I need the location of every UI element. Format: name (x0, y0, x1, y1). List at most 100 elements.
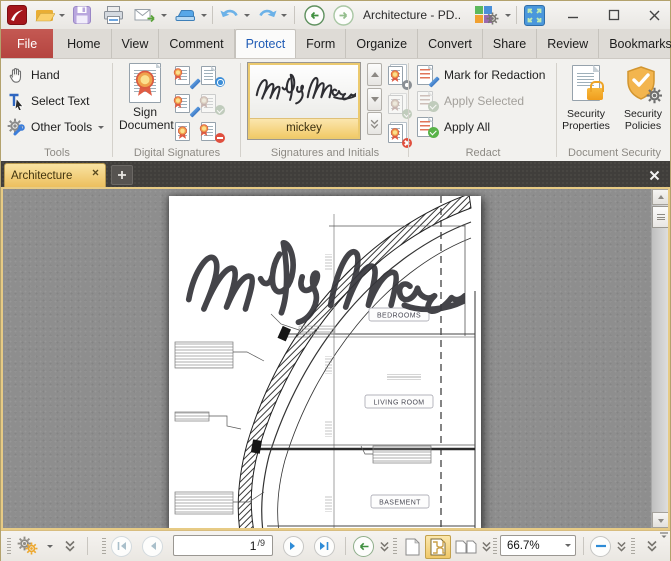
fit-page-layout-button[interactable] (425, 535, 451, 559)
signature-scroll-up-button[interactable] (367, 63, 382, 86)
open-folder-button[interactable] (34, 4, 56, 26)
group-label-document-security: Document Security (557, 147, 671, 159)
previous-page-button[interactable] (142, 535, 163, 557)
toolbar-grip[interactable] (493, 538, 497, 554)
scrollbar-thumb[interactable] (652, 206, 669, 228)
more-tools-chevron[interactable] (645, 535, 659, 557)
zoom-level-combobox[interactable]: 66.7% (500, 535, 576, 556)
statusbar-restore-icon[interactable] (659, 531, 669, 539)
titlebar: Architecture - PD.. (1, 1, 670, 29)
open-dropdown-caret[interactable] (57, 4, 67, 26)
security-policies-button[interactable]: Security Policies (615, 61, 671, 145)
security-properties-button[interactable]: Security Properties (558, 61, 614, 145)
sign-document-button[interactable]: Sign Document (119, 63, 171, 132)
group-label-digital-signatures: Digital Signatures (113, 147, 241, 159)
security-properties-label: Security Properties (558, 108, 614, 132)
close-window-button[interactable] (637, 4, 671, 26)
toolbar-grip[interactable] (102, 538, 106, 554)
other-tools-button[interactable]: Other Tools (7, 115, 104, 139)
scroll-up-button[interactable] (652, 189, 669, 205)
undo-dropdown-caret[interactable] (242, 4, 252, 26)
session-manager-icon[interactable] (473, 4, 501, 26)
toolbar-grip[interactable] (393, 538, 397, 554)
save-button[interactable] (71, 4, 93, 26)
new-tab-button[interactable] (111, 165, 133, 185)
next-page-button[interactable] (283, 535, 304, 557)
apply-all-button[interactable]: Apply All (417, 115, 490, 139)
tab-organize[interactable]: Organize (346, 29, 418, 58)
document-tab-label: Architecture (11, 170, 72, 182)
toolbar-grip[interactable] (631, 538, 635, 554)
mark-for-redaction-button[interactable]: Mark for Redaction (417, 63, 545, 87)
zoom-out-button[interactable] (590, 535, 611, 557)
document-canvas[interactable]: BEDROOMS LIVING ROOM BASEMENT (1, 187, 670, 530)
redo-dropdown-caret[interactable] (279, 4, 289, 26)
total-pages-label: /9 (257, 538, 265, 548)
pdf-page[interactable]: BEDROOMS LIVING ROOM BASEMENT (169, 196, 481, 530)
security-properties-icon (569, 65, 603, 105)
last-page-button[interactable] (314, 535, 335, 557)
group-label-tools: Tools (1, 147, 113, 159)
hand-icon (7, 66, 25, 84)
page-number-field[interactable]: 1 /9 (173, 535, 273, 556)
signature-preview[interactable]: mickey (247, 62, 361, 140)
select-text-button[interactable]: Select Text (7, 89, 89, 113)
tab-comment[interactable]: Comment (159, 29, 234, 58)
tab-review[interactable]: Review (537, 29, 599, 58)
previous-view-statusbar-button[interactable] (353, 535, 374, 557)
print-button[interactable] (101, 4, 125, 26)
statusbar-options-button[interactable] (14, 535, 44, 557)
email-dropdown-caret[interactable] (159, 4, 169, 26)
tab-protect[interactable]: Protect (235, 29, 297, 58)
tab-file[interactable]: File (1, 29, 53, 58)
timestamp-document-button[interactable] (201, 63, 225, 89)
close-all-tabs-button[interactable] (644, 165, 664, 185)
certify-document-button[interactable] (175, 119, 199, 145)
single-page-layout-button[interactable] (401, 535, 423, 559)
clear-signatures-button[interactable] (201, 119, 225, 145)
statusbar-separator (87, 537, 88, 555)
group-label-signatures-initials: Signatures and Initials (241, 147, 409, 159)
room-labels: BEDROOMS LIVING ROOM BASEMENT (365, 308, 433, 508)
apply-selected-button[interactable]: Apply Selected (417, 89, 524, 113)
signature-expand-button[interactable] (367, 112, 382, 135)
fullscreen-button[interactable] (522, 4, 546, 26)
view-history-chevron[interactable] (378, 535, 390, 557)
layout-options-chevron[interactable] (480, 535, 492, 557)
next-view-button[interactable] (331, 4, 355, 26)
document-tab-architecture[interactable]: Architecture (4, 163, 106, 187)
previous-view-button[interactable] (302, 4, 326, 26)
app-logo-icon[interactable] (6, 4, 27, 26)
hand-tool-button[interactable]: Hand (7, 63, 60, 87)
pdf-xchange-editor-window: { "titlebar": { "title": "Architecture -… (0, 0, 671, 561)
tab-view[interactable]: View (112, 29, 160, 58)
session-dropdown-caret[interactable] (503, 4, 513, 26)
tab-form[interactable]: Form (296, 29, 346, 58)
statusbar-expand-chevron[interactable] (63, 535, 77, 557)
validate-signatures-button[interactable] (201, 91, 225, 117)
sign-with-certificate-button[interactable] (175, 63, 199, 89)
toolbar-grip[interactable] (7, 538, 11, 554)
sign-initials-button[interactable] (175, 91, 199, 117)
room-label: BASEMENT (379, 500, 421, 507)
minimize-button[interactable] (556, 4, 590, 26)
tab-home[interactable]: Home (57, 29, 111, 58)
tab-convert[interactable]: Convert (418, 29, 483, 58)
options-dropdown-caret[interactable] (45, 535, 55, 557)
tab-bookmarks[interactable]: Bookmarks (599, 29, 671, 58)
zoom-options-chevron[interactable] (615, 535, 627, 557)
scan-button[interactable] (173, 4, 197, 26)
tab-share[interactable]: Share (483, 29, 537, 58)
two-page-layout-button[interactable] (453, 535, 479, 559)
signature-scroll-down-button[interactable] (367, 88, 382, 111)
first-page-button[interactable] (111, 535, 132, 557)
close-tab-icon[interactable] (92, 169, 99, 176)
maximize-button[interactable] (597, 4, 631, 26)
scan-dropdown-caret[interactable] (199, 4, 209, 26)
scroll-down-button[interactable] (652, 512, 669, 528)
email-button[interactable] (133, 4, 157, 26)
undo-button[interactable] (218, 4, 242, 26)
other-tools-caret (98, 126, 104, 132)
vertical-scrollbar[interactable] (651, 189, 668, 528)
redo-button[interactable] (255, 4, 279, 26)
